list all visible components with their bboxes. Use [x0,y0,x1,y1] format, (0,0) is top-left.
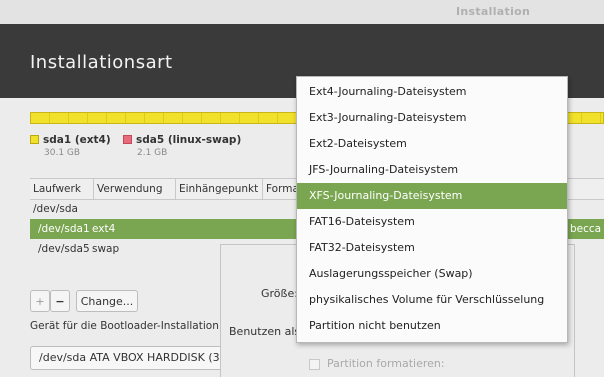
page-title: Installationsart [30,52,173,73]
legend-item-sda5: sda5 (linux-swap) 2.1 GB [123,134,242,158]
column-header-einhaengepunkt[interactable]: Einhängepunkt [176,179,263,199]
filesystem-option-encrypted-volume[interactable]: physikalisches Volume für Verschlüsselun… [297,287,567,313]
bootloader-label: Gerät für die Bootloader-Installation [30,320,219,332]
title-bar: Installation [0,0,604,25]
row-label-truncated: becca ( [570,223,604,235]
format-partition-checkbox[interactable] [309,359,320,370]
row-device: /dev/sda [33,203,78,215]
filesystem-option-fat16[interactable]: FAT16-Dateisystem [297,209,567,235]
swap-color-swatch [123,135,132,144]
filesystem-dropdown-menu: Ext4-Journaling-Dateisystem Ext3-Journal… [296,76,568,343]
bootloader-device-select[interactable]: /dev/sda ATA VBOX HARDDISK (3 [30,346,230,370]
add-partition-button[interactable]: + [30,290,50,312]
size-label: Größe: [261,287,298,300]
legend-item-sda1: sda1 (ext4) 30.1 GB [30,134,111,158]
window-title: Installation [456,5,531,18]
remove-partition-button[interactable]: − [50,290,70,312]
filesystem-option-jfs[interactable]: JFS-Journaling-Dateisystem [297,157,567,183]
ext4-color-swatch [30,135,39,144]
filesystem-option-ext3[interactable]: Ext3-Journaling-Dateisystem [297,105,567,131]
filesystem-option-do-not-use[interactable]: Partition nicht benutzen [297,313,567,339]
legend-size: 30.1 GB [44,148,81,158]
row-device: /dev/sda1 [38,223,90,235]
row-type: ext4 [92,223,116,235]
legend-label: sda5 (linux-swap) [136,134,242,146]
format-partition-label: Partition formatieren: [327,357,445,370]
row-device: /dev/sda5 [38,243,90,255]
legend-size: 2.1 GB [137,148,168,158]
change-partition-button[interactable]: Change... [76,290,138,312]
row-type: swap [92,243,120,255]
column-header-verwendung[interactable]: Verwendung [94,179,176,199]
filesystem-option-xfs[interactable]: XFS-Journaling-Dateisystem [297,183,567,209]
filesystem-option-ext4[interactable]: Ext4-Journaling-Dateisystem [297,79,567,105]
legend-label: sda1 (ext4) [43,134,111,146]
filesystem-option-swap[interactable]: Auslagerungsspeicher (Swap) [297,261,567,287]
use-as-label: Benutzen als: [229,325,304,338]
filesystem-option-ext2[interactable]: Ext2-Dateisystem [297,131,567,157]
filesystem-option-fat32[interactable]: FAT32-Dateisystem [297,235,567,261]
column-header-laufwerk[interactable]: Laufwerk [30,179,94,199]
